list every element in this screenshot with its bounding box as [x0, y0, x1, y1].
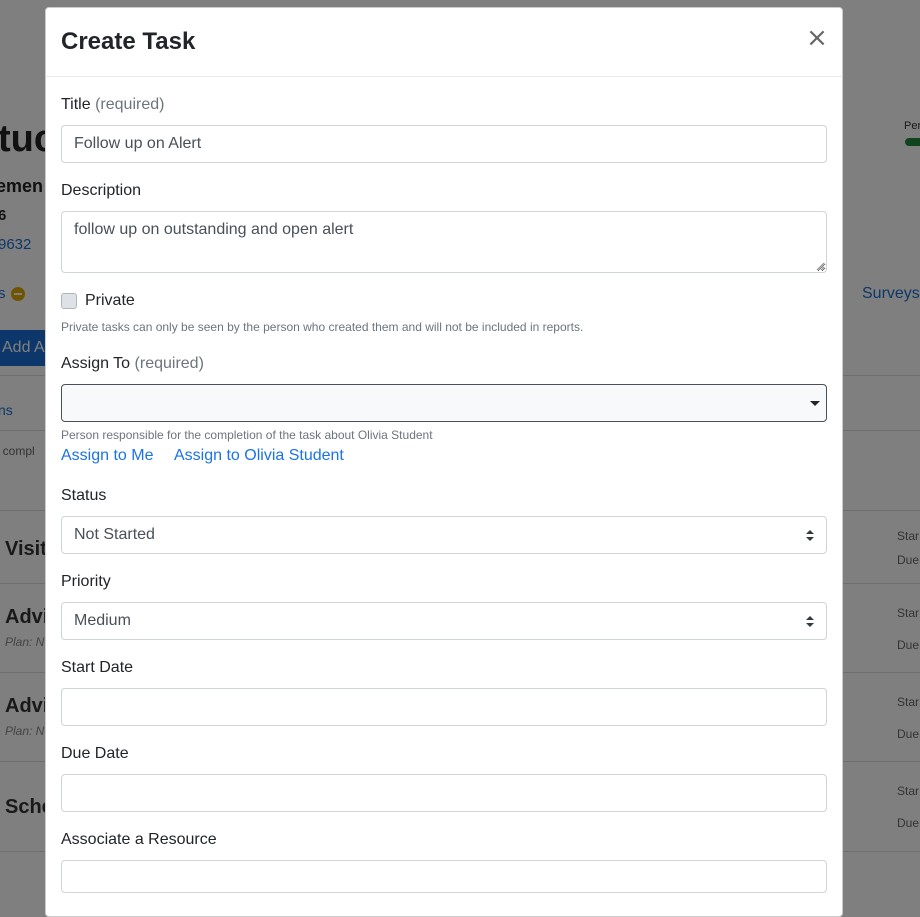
- create-task-modal: Create Task × Title (required) Descripti…: [45, 7, 843, 917]
- private-help-text: Private tasks can only be seen by the pe…: [61, 320, 584, 334]
- close-button[interactable]: ×: [802, 22, 832, 54]
- description-label: Description: [61, 182, 142, 199]
- assign-to-select[interactable]: [61, 384, 827, 422]
- priority-select[interactable]: Medium: [61, 602, 827, 640]
- sort-arrows-icon: [806, 530, 814, 542]
- assign-to-help-text: Person responsible for the completion of…: [61, 428, 433, 442]
- assign-to-me-link[interactable]: Assign to Me: [61, 447, 153, 465]
- resource-input[interactable]: [61, 860, 827, 893]
- required-hint: (required): [95, 96, 165, 113]
- start-date-input[interactable]: [61, 688, 827, 726]
- start-date-label: Start Date: [61, 659, 134, 676]
- required-hint: (required): [134, 355, 204, 372]
- private-checkbox[interactable]: [61, 293, 77, 309]
- assign-to-label: Assign To (required): [61, 355, 204, 373]
- title-label: Title (required): [61, 96, 164, 114]
- due-date-input[interactable]: [61, 774, 827, 812]
- priority-label: Priority: [61, 573, 111, 590]
- assign-to-label-text: Assign To: [61, 355, 131, 372]
- status-label: Status: [61, 487, 107, 504]
- chevron-down-icon: [810, 401, 820, 406]
- assign-to-student-link[interactable]: Assign to Olivia Student: [174, 447, 344, 465]
- resource-label: Associate a Resource: [61, 831, 217, 848]
- modal-title: Create Task: [61, 28, 196, 55]
- status-select[interactable]: Not Started: [61, 516, 827, 554]
- description-textarea[interactable]: follow up on outstanding and open alert: [61, 211, 827, 273]
- due-date-label: Due Date: [61, 745, 129, 762]
- private-label[interactable]: Private: [85, 292, 135, 310]
- status-value: Not Started: [74, 526, 155, 543]
- sort-arrows-icon: [806, 616, 814, 628]
- title-label-text: Title: [61, 96, 91, 113]
- priority-value: Medium: [74, 612, 131, 629]
- title-input[interactable]: [61, 125, 827, 163]
- modal-header: Create Task ×: [46, 8, 842, 77]
